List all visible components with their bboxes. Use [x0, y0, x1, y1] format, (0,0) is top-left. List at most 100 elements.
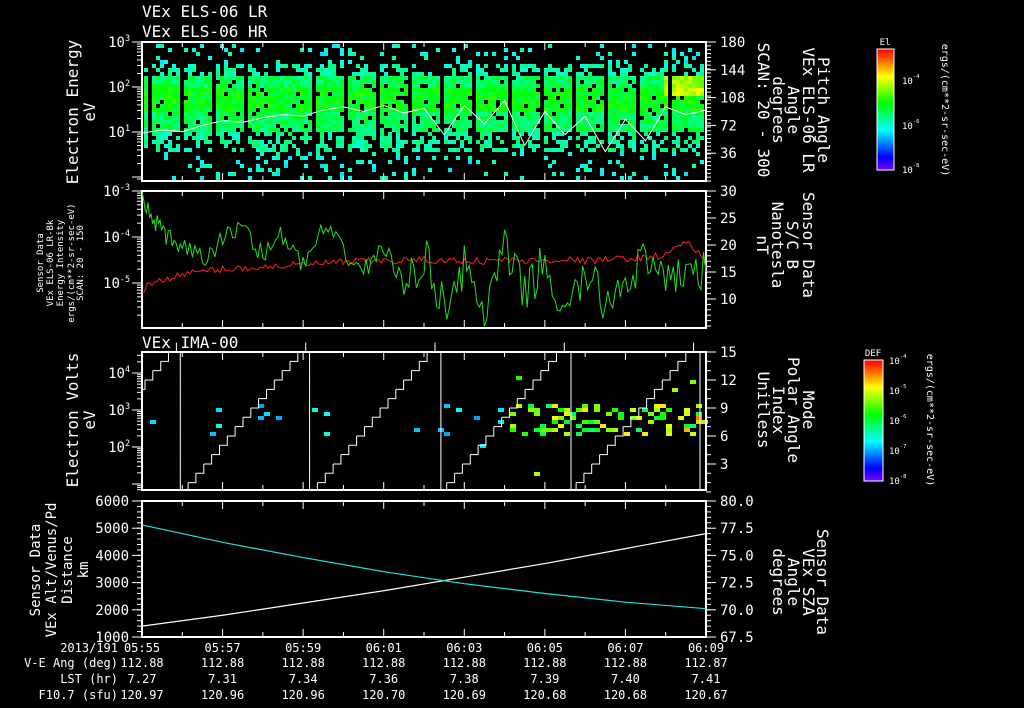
- spectrogram-cell: [248, 92, 252, 96]
- spectrogram-cell: [164, 80, 168, 84]
- spectrogram-cell: [620, 96, 624, 100]
- spectrogram-cell: [644, 148, 648, 152]
- spectrogram-cell: [484, 96, 488, 100]
- spectrogram-cell: [184, 136, 188, 140]
- spectrogram-cell: [552, 116, 556, 120]
- spectrogram-cell: [616, 76, 620, 80]
- spectrogram-cell: [512, 128, 516, 132]
- spectrogram-cell: [296, 124, 300, 128]
- ima-spectrogram-cell: [672, 388, 678, 392]
- spectrogram-cell: [184, 104, 188, 108]
- spectrogram-cell: [488, 88, 492, 92]
- spectrogram-cell: [156, 92, 160, 96]
- spectrogram-cell: [420, 104, 424, 108]
- spectrogram-cell: [588, 136, 592, 140]
- spectrogram-cell: [420, 140, 424, 144]
- spectrogram-cell: [208, 88, 212, 92]
- spectrogram-cell: [144, 140, 148, 144]
- spectrogram-cell: [288, 88, 292, 92]
- spectrogram-cell: [388, 88, 392, 92]
- spectrogram-cell: [176, 144, 180, 148]
- spectrogram-cell: [220, 76, 224, 80]
- spectrogram-cell: [596, 116, 600, 120]
- spectrogram-cell: [352, 76, 356, 80]
- spectrogram-cell: [416, 96, 420, 100]
- spectrogram-cell: [684, 56, 688, 60]
- spectrogram-cell: [152, 120, 156, 124]
- spectrogram-cell: [348, 112, 352, 116]
- spectrogram-cell: [260, 112, 264, 116]
- spectrogram-cell: [412, 112, 416, 116]
- spectrogram-cell: [240, 112, 244, 116]
- spectrogram-cell: [700, 92, 704, 96]
- spectrogram-cell: [548, 100, 552, 104]
- spectrogram-cell: [448, 84, 452, 88]
- spectrogram-cell: [468, 80, 472, 84]
- spectrogram-cell: [468, 92, 472, 96]
- spectrogram-cell: [424, 52, 428, 56]
- spectrogram-cell: [160, 88, 164, 92]
- spectrogram-cell: [644, 124, 648, 128]
- spectrogram-cell: [664, 96, 668, 100]
- spectrogram-cell: [276, 88, 280, 92]
- spectrogram-cell: [304, 96, 308, 100]
- spectrogram-cell: [512, 132, 516, 136]
- spectrogram-cell: [476, 124, 480, 128]
- spectrogram-cell: [600, 128, 604, 132]
- footer-lst-value: 7.31: [208, 672, 237, 686]
- spectrogram-cell: [632, 44, 636, 48]
- spectrogram-cell: [208, 56, 212, 60]
- spectrogram-cell: [544, 156, 548, 160]
- spectrogram-cell: [528, 84, 532, 88]
- spectrogram-cell: [444, 80, 448, 84]
- spectrogram-cell: [656, 128, 660, 132]
- spectrogram-cell: [420, 92, 424, 96]
- spectrogram-cell: [432, 148, 436, 152]
- spectrogram-cell: [696, 144, 700, 148]
- spectrogram-cell: [204, 76, 208, 80]
- ima-spectrogram-cell: [612, 408, 618, 412]
- spectrogram-cell: [276, 120, 280, 124]
- spectrogram-cell: [644, 64, 648, 68]
- spectrogram-cell: [600, 104, 604, 108]
- spectrogram-cell: [308, 120, 312, 124]
- spectrogram-cell: [348, 100, 352, 104]
- spectrogram-cell: [628, 96, 632, 100]
- spectrogram-cell: [276, 116, 280, 120]
- spectrogram-cell: [200, 92, 204, 96]
- spectrogram-cell: [368, 160, 372, 164]
- y-axis-label: km: [76, 562, 92, 579]
- spectrogram-cell: [480, 80, 484, 84]
- ima-spectrogram-cell: [678, 416, 684, 420]
- spectrogram-cell: [544, 140, 548, 144]
- spectrogram-cell: [500, 68, 504, 72]
- spectrogram-cell: [676, 88, 680, 92]
- spectrogram-cell: [372, 96, 376, 100]
- spectrogram-cell: [620, 76, 624, 80]
- spectrogram-cell: [196, 80, 200, 84]
- spectrogram-cell: [228, 100, 232, 104]
- spectrogram-cell: [292, 64, 296, 68]
- spectrogram-cell: [336, 84, 340, 88]
- spectrogram-cell: [564, 92, 568, 96]
- spectrogram-cell: [660, 72, 664, 76]
- spectrogram-cell: [388, 136, 392, 140]
- spectrogram-cell: [316, 68, 320, 72]
- spectrogram-cell: [664, 128, 668, 132]
- spectrogram-cell: [488, 108, 492, 112]
- spectrogram-cell: [164, 152, 168, 156]
- spectrogram-cell: [240, 88, 244, 92]
- spectrogram-cell: [332, 64, 336, 68]
- spectrogram-cell: [352, 88, 356, 92]
- ima-spectrogram-cell: [642, 432, 648, 436]
- spectrogram-cell: [556, 120, 560, 124]
- ima-spectrogram-cell: [666, 428, 672, 432]
- spectrogram-cell: [404, 88, 408, 92]
- spectrogram-cell: [248, 84, 252, 88]
- spectrogram-cell: [252, 68, 256, 72]
- spectrogram-cell: [316, 152, 320, 156]
- spectrogram-cell: [436, 120, 440, 124]
- spectrogram-cell: [200, 88, 204, 92]
- spectrogram-cell: [404, 92, 408, 96]
- spectrogram-cell: [332, 120, 336, 124]
